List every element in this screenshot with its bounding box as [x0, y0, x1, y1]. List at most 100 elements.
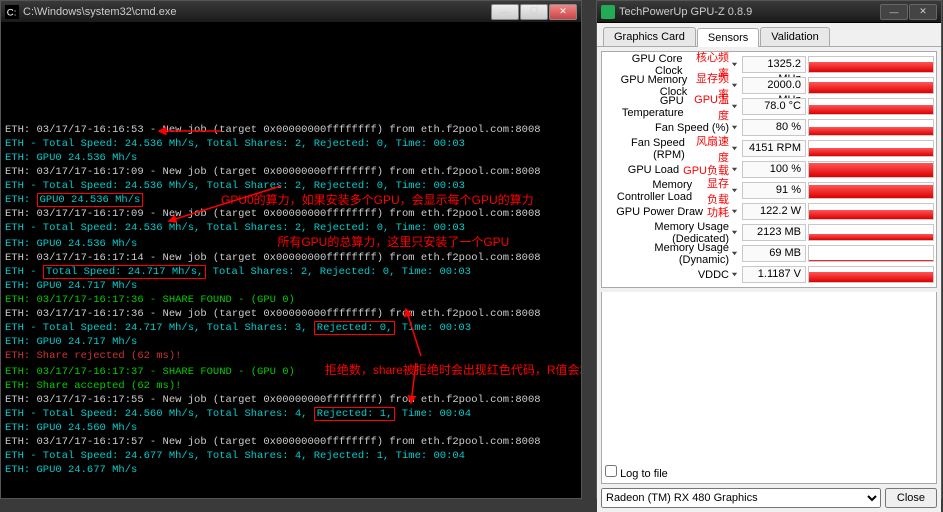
terminal-line: ETH: GPU0 24.717 Mh/s [5, 279, 577, 293]
sensor-annotation: GPU温度 [688, 91, 729, 123]
sensor-label[interactable]: Memory Controller Load显存负载 [604, 175, 742, 207]
annotation: 拒绝数，share被拒绝时会出现红色代码，R值会增加 [325, 363, 581, 377]
highlighted-value: Rejected: 0, [314, 321, 396, 335]
sensor-value: 4151 RPM [742, 140, 806, 157]
sensor-graph [808, 119, 934, 136]
sensor-graph [808, 56, 934, 73]
sensor-value: 91 % [742, 182, 806, 199]
sensor-row: GPU Power Draw功耗122.2 W [604, 201, 934, 222]
highlighted-value: Total Speed: 24.717 Mh/s, [43, 265, 207, 279]
gpuz-title: TechPowerUp GPU-Z 0.8.9 [619, 6, 880, 18]
dropdown-icon[interactable] [729, 206, 738, 218]
sensor-graph [808, 266, 934, 283]
log-label: Log to file [620, 468, 668, 480]
gpuz-close-btn[interactable]: Close [885, 488, 937, 508]
log-to-file-option[interactable]: Log to file [605, 468, 668, 480]
terminal-line: ETH: 03/17/17-16:16:53 - New job (target… [5, 123, 577, 137]
terminal-line: ETH - Total Speed: 24.717 Mh/s, Total Sh… [5, 265, 577, 279]
annotation: GPU0的算力，如果安装多个GPU，会显示每个GPU的算力 [221, 193, 534, 207]
cmd-icon: C: [5, 5, 19, 19]
terminal-line: ETH: GPU0 24.536 Mh/s所有GPU的总算力，这里只安装了一个G… [5, 235, 577, 251]
sensor-value: 2123 MB [742, 224, 806, 241]
terminal-line: ETH: 03/17/17-16:17:36 - New job (target… [5, 307, 577, 321]
terminal-line: ETH - Total Speed: 24.536 Mh/s, Total Sh… [5, 137, 577, 151]
terminal-line: ETH: 03/17/17-16:17:14 - New job (target… [5, 251, 577, 265]
sensor-annotation: 显存负载 [696, 175, 729, 207]
tab-validation[interactable]: Validation [760, 27, 830, 46]
terminal-line: ETH: GPU0 24.536 Mh/s [5, 151, 577, 165]
sensor-annotation: 风扇速度 [689, 133, 729, 165]
sensor-graph [808, 140, 934, 157]
cmd-titlebar[interactable]: C: C:\Windows\system32\cmd.exe — ☐ ✕ [1, 1, 581, 23]
highlighted-value: Rejected: 1, [314, 407, 396, 421]
gpu-select[interactable]: Radeon (TM) RX 480 Graphics [601, 488, 881, 508]
gpuz-bottom-bar: Radeon (TM) RX 480 Graphics Close [597, 484, 941, 512]
terminal-line: ETH - Total Speed: 24.536 Mh/s, Total Sh… [5, 179, 577, 193]
gpuz-titlebar[interactable]: TechPowerUp GPU-Z 0.8.9 — ✕ [597, 1, 941, 23]
close-button[interactable]: ✕ [549, 4, 577, 20]
sensor-graph [808, 224, 934, 241]
highlighted-value: GPU0 24.536 Mh/s [37, 193, 144, 207]
sensor-label[interactable]: Fan Speed (RPM)风扇速度 [604, 133, 742, 165]
maximize-button[interactable]: ☐ [520, 4, 548, 20]
terminal-line: ETH: GPU0 24.677 Mh/s [5, 463, 577, 477]
sensor-graph [808, 203, 934, 220]
tab-graphics-card[interactable]: Graphics Card [603, 27, 696, 46]
minimize-button[interactable]: — [491, 4, 519, 20]
dropdown-icon[interactable] [729, 143, 738, 155]
terminal-line: ETH: 03/17/17-16:17:57 - New job (target… [5, 435, 577, 449]
sensor-value: 100 % [742, 161, 806, 178]
terminal-line: ETH: GPU0 24.717 Mh/s [5, 335, 577, 349]
sensor-value: 122.2 W [742, 203, 806, 220]
terminal-line: ETH: 03/17/17-16:17:09 - New job (target… [5, 165, 577, 179]
sensor-label[interactable]: VDDC [604, 269, 742, 281]
gpuz-close-button[interactable]: ✕ [909, 4, 937, 20]
sensors-panel: GPU Core Clock核心频率1325.2 MHzGPU Memory C… [601, 51, 937, 288]
sensor-annotation: 功耗 [707, 204, 729, 220]
dropdown-icon[interactable] [729, 101, 738, 113]
annotation: 所有GPU的总算力，这里只安装了一个GPU [277, 235, 509, 249]
log-checkbox[interactable] [605, 465, 617, 477]
terminal-line: ETH: 03/17/17-16:17:36 - SHARE FOUND - (… [5, 293, 577, 307]
sensor-row: Memory Controller Load显存负载91 % [604, 180, 934, 201]
terminal-line: ETH: GPU0 24.560 Mh/s [5, 421, 577, 435]
dropdown-icon[interactable] [729, 269, 738, 281]
gpuz-window: TechPowerUp GPU-Z 0.8.9 — ✕ Graphics Car… [596, 0, 942, 499]
terminal-line: ETH: 03/17/17-16:17:37 - SHARE FOUND - (… [5, 363, 577, 379]
gpuz-minimize-button[interactable]: — [880, 4, 908, 20]
terminal-line: ETH - Total Speed: 24.677 Mh/s, Total Sh… [5, 449, 577, 463]
sensor-row: Memory Usage (Dynamic)69 MB [604, 243, 934, 264]
gpuz-icon [601, 5, 615, 19]
sensor-label[interactable]: GPU TemperatureGPU温度 [604, 91, 742, 123]
sensor-graph [808, 182, 934, 199]
sensor-graph [808, 77, 934, 94]
terminal-line: ETH: Share accepted (62 ms)! [5, 379, 577, 393]
sensor-label[interactable]: Memory Usage (Dynamic) [604, 242, 742, 266]
tab-sensors[interactable]: Sensors [697, 28, 759, 47]
sensor-value: 2000.0 MHz [742, 77, 806, 94]
terminal-line: ETH - Total Speed: 24.536 Mh/s, Total Sh… [5, 221, 577, 235]
sensor-row: GPU TemperatureGPU温度78.0 °C [604, 96, 934, 117]
svg-text:C:: C: [7, 7, 17, 18]
sensor-value: 78.0 °C [742, 98, 806, 115]
sensor-graph [808, 98, 934, 115]
gpuz-tabs: Graphics CardSensorsValidation [597, 23, 941, 47]
dropdown-icon[interactable] [729, 248, 738, 260]
terminal-line: ETH - Total Speed: 24.717 Mh/s, Total Sh… [5, 321, 577, 335]
sensor-row: VDDC1.1187 V [604, 264, 934, 285]
dropdown-icon[interactable] [729, 185, 738, 197]
sensor-value: 1325.2 MHz [742, 56, 806, 73]
terminal-line: ETH: 03/17/17-16:17:55 - New job (target… [5, 393, 577, 407]
sensor-row: Memory Usage (Dedicated)2123 MB [604, 222, 934, 243]
sensor-graph [808, 161, 934, 178]
sensor-graph [808, 245, 934, 262]
sensor-label[interactable]: GPU Power Draw功耗 [604, 204, 742, 220]
cmd-title: C:\Windows\system32\cmd.exe [23, 6, 491, 18]
terminal-line: ETH - Total Speed: 24.560 Mh/s, Total Sh… [5, 407, 577, 421]
sensor-value: 1.1187 V [742, 266, 806, 283]
cmd-body[interactable]: ETH: 03/17/17-16:16:53 - New job (target… [1, 23, 581, 498]
dropdown-icon[interactable] [729, 227, 738, 239]
terminal-line: ETH: Share rejected (62 ms)! [5, 349, 577, 363]
sensor-value: 69 MB [742, 245, 806, 262]
sensor-row: Fan Speed (RPM)风扇速度4151 RPM [604, 138, 934, 159]
